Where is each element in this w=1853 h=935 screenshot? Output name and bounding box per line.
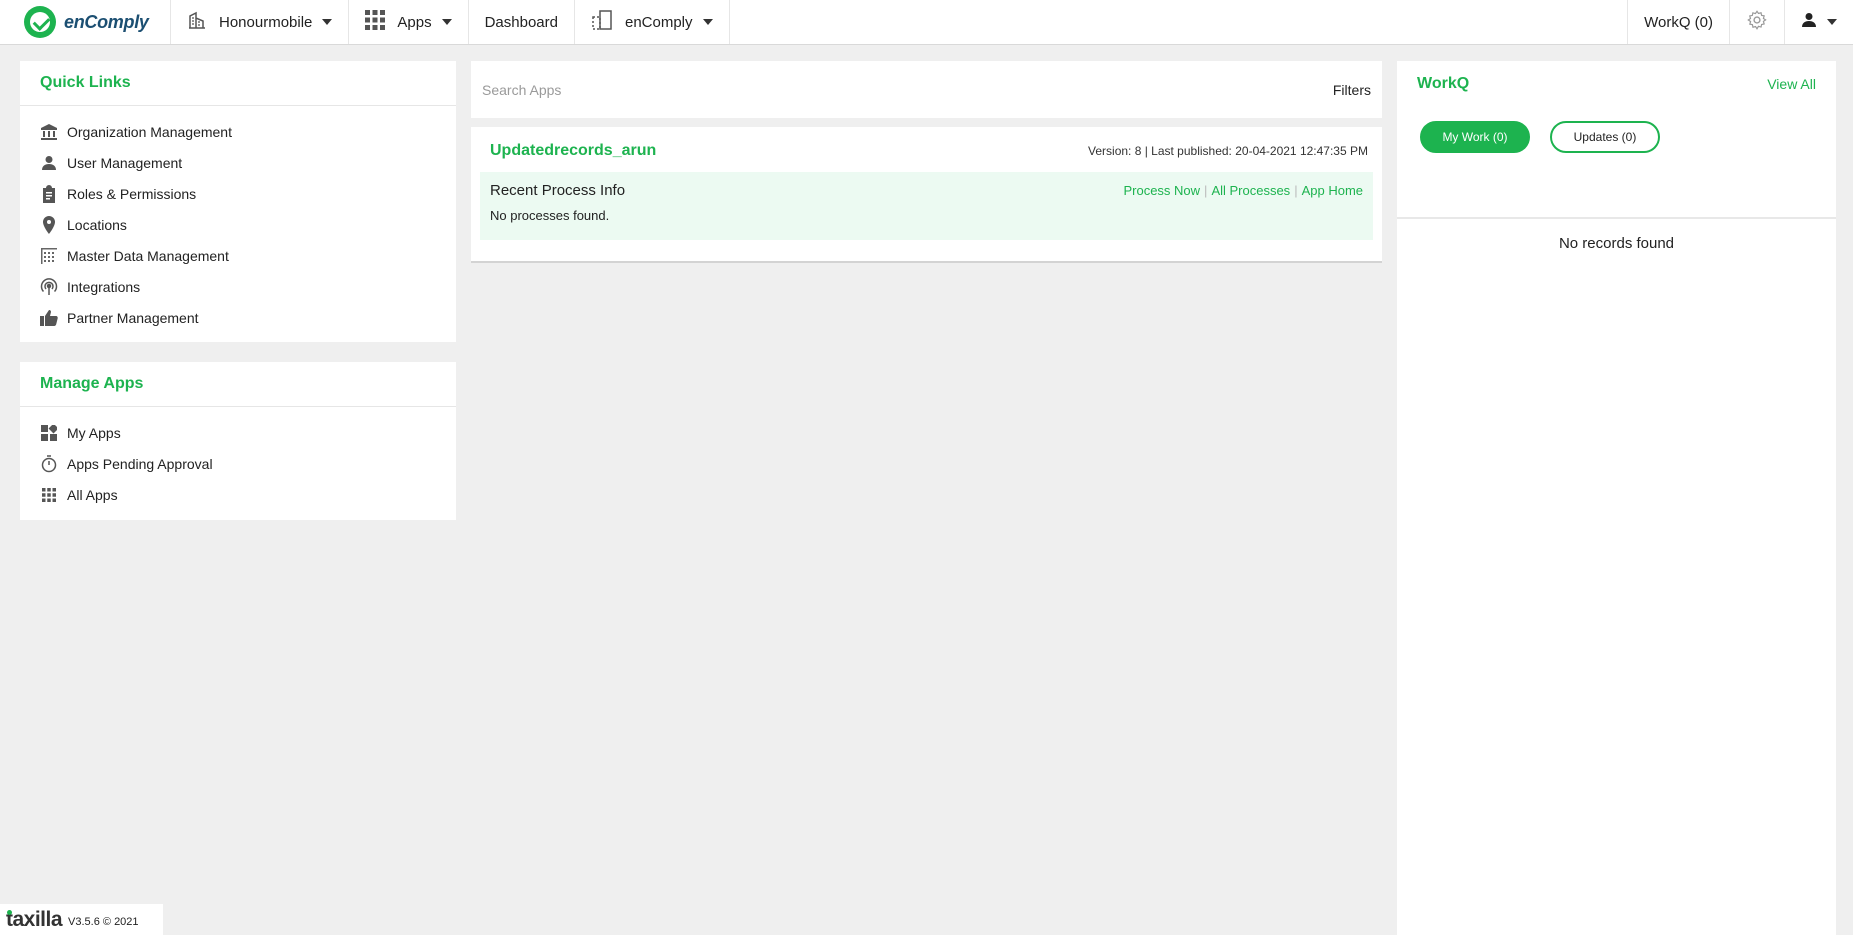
encomply-logo-icon	[24, 6, 56, 38]
app-title[interactable]: Updatedrecords_arun	[490, 142, 656, 160]
manage-apps-all-apps[interactable]: All Apps	[40, 479, 436, 510]
clipboard-icon	[40, 184, 58, 203]
quick-link-label: Organization Management	[67, 123, 232, 140]
chevron-down-icon	[322, 19, 333, 25]
timer-icon	[40, 454, 58, 473]
chevron-down-icon	[702, 19, 713, 25]
quick-links-panel: Quick Links Organization Management User…	[20, 61, 456, 342]
user-icon	[40, 154, 58, 172]
map-pin-icon	[40, 215, 58, 234]
app-switch-label: enComply	[624, 13, 693, 31]
workq-panel: WorkQ View All My Work (0) Updates (0) N…	[1397, 61, 1836, 935]
broadcast-icon	[40, 277, 58, 296]
app-version-meta: Version: 8 | Last published: 20-04-2021 …	[1088, 144, 1368, 158]
quick-link-user-management[interactable]: User Management	[40, 147, 436, 178]
quick-links-title: Quick Links	[20, 61, 456, 106]
org-selector[interactable]: Honourmobile	[171, 0, 350, 44]
workq-nav-link[interactable]: WorkQ (0)	[1627, 0, 1729, 44]
bank-icon	[40, 123, 58, 141]
quick-link-organization-management[interactable]: Organization Management	[40, 116, 436, 147]
taxilla-logo: taxilla	[6, 907, 63, 931]
chevron-down-icon	[441, 19, 452, 25]
quick-link-label: Integrations	[67, 278, 141, 295]
user-icon	[1801, 12, 1817, 32]
manage-apps-label: Apps Pending Approval	[67, 455, 213, 472]
app-switcher[interactable]: enComply	[575, 0, 730, 44]
quick-link-label: Locations	[67, 216, 127, 233]
chevron-down-icon	[1827, 19, 1837, 25]
brand-name: enComply	[64, 11, 149, 32]
link-separator: |	[1204, 183, 1208, 198]
manage-apps-my-apps[interactable]: My Apps	[40, 417, 436, 448]
version-text: V3.5.6 © 2021	[68, 915, 139, 928]
apps-grid-icon	[40, 486, 58, 504]
building-icon	[187, 10, 207, 34]
all-processes-link[interactable]: All Processes	[1211, 183, 1290, 198]
tab-updates[interactable]: Updates (0)	[1550, 121, 1660, 153]
tab-my-work[interactable]: My Work (0)	[1420, 121, 1530, 153]
search-input[interactable]	[482, 81, 1333, 98]
apps-menu[interactable]: Apps	[349, 0, 469, 44]
quick-link-locations[interactable]: Locations	[40, 209, 436, 240]
quick-link-partner-management[interactable]: Partner Management	[40, 302, 436, 333]
brand[interactable]: enComply	[0, 0, 171, 44]
dashboard-link[interactable]: Dashboard	[469, 0, 575, 44]
manage-apps-title: Manage Apps	[20, 362, 456, 407]
user-menu[interactable]	[1784, 0, 1853, 44]
quick-link-integrations[interactable]: Integrations	[40, 271, 436, 302]
recent-process-info: Recent Process Info Process Now | All Proc…	[480, 172, 1373, 240]
manage-apps-label: All Apps	[67, 486, 118, 503]
grid-data-icon	[40, 247, 58, 265]
app-switch-icon	[591, 9, 613, 35]
manage-apps-pending-approval[interactable]: Apps Pending Approval	[40, 448, 436, 479]
quick-link-label: Roles & Permissions	[67, 185, 197, 202]
gear-icon	[1746, 9, 1768, 35]
org-name: Honourmobile	[219, 13, 313, 31]
apps-label: Apps	[397, 13, 432, 31]
footer: taxilla V3.5.6 © 2021	[0, 904, 163, 935]
search-bar: Filters	[471, 61, 1382, 118]
quick-link-roles-permissions[interactable]: Roles & Permissions	[40, 178, 436, 209]
process-now-link[interactable]: Process Now	[1123, 183, 1200, 198]
view-all-link[interactable]: View All	[1767, 76, 1816, 92]
no-processes-text: No processes found.	[490, 208, 610, 223]
settings-button[interactable]	[1729, 0, 1784, 44]
manage-apps-label: My Apps	[67, 424, 121, 441]
manage-apps-panel: Manage Apps My Apps Apps Pending Approva…	[20, 362, 456, 520]
quick-link-master-data[interactable]: Master Data Management	[40, 240, 436, 271]
process-info-title: Recent Process Info	[490, 182, 626, 199]
top-navbar: enComply Honourmobile Apps Dashboard enC…	[0, 0, 1853, 45]
quick-link-label: Master Data Management	[67, 247, 229, 264]
app-card: Updatedrecords_arun Version: 8 | Last pu…	[471, 127, 1382, 263]
workq-title: WorkQ	[1417, 74, 1470, 92]
apps-grid-icon	[365, 10, 386, 34]
widgets-icon	[40, 424, 58, 442]
no-records-text: No records found	[1558, 235, 1675, 252]
link-separator: |	[1294, 183, 1298, 198]
filters-button[interactable]: Filters	[1333, 82, 1371, 98]
app-home-link[interactable]: App Home	[1302, 183, 1363, 198]
quick-link-label: User Management	[67, 154, 183, 171]
thumbs-up-icon	[40, 309, 58, 327]
workq-tabs: My Work (0) Updates (0)	[1397, 106, 1836, 219]
quick-link-label: Partner Management	[67, 309, 199, 326]
